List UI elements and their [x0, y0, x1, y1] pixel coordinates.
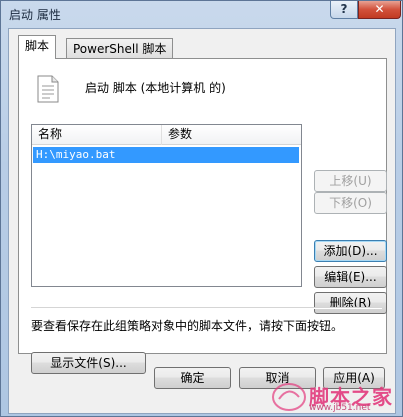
scripts-tab-panel: 启动 脚本 (本地计算机 的) 名称 参数 H:\miyao.bat 上移(U)… — [18, 58, 387, 374]
scripts-list[interactable]: 名称 参数 H:\miyao.bat — [31, 124, 302, 287]
move-up-button[interactable]: 上移(U) — [314, 170, 387, 192]
window-title: 启动 属性 — [9, 8, 61, 22]
ok-button[interactable]: 确定 — [154, 367, 231, 389]
show-files-hint: 要查看保存在此组策略对象中的脚本文件，请按下面按钮。 — [31, 319, 344, 333]
remove-button[interactable]: 删除(R) — [314, 292, 387, 314]
tab-scripts[interactable]: 脚本 — [18, 35, 57, 59]
watermark-url: www.jb51.net — [309, 403, 371, 413]
close-button[interactable]: ✕ — [358, 1, 401, 19]
script-document-icon — [37, 75, 59, 103]
dialog-client-area: 脚本 PowerShell 脚本 启动 脚本 (本地计算机 的) 名称 参数 H… — [8, 28, 396, 414]
script-section-heading: 启动 脚本 (本地计算机 的) — [85, 81, 226, 95]
column-header-name[interactable]: 名称 — [32, 125, 162, 145]
help-button[interactable]: ? — [330, 1, 358, 19]
move-down-button[interactable]: 下移(O) — [314, 192, 387, 214]
add-button[interactable]: 添加(D)... — [314, 240, 387, 262]
separator — [31, 307, 382, 309]
title-bar[interactable]: 启动 属性 ? ✕ — [1, 1, 402, 27]
properties-window: 启动 属性 ? ✕ 脚本 PowerShell 脚本 启动 脚本 (本地计算机 … — [0, 0, 403, 417]
column-header-parameters[interactable]: 参数 — [162, 125, 301, 145]
tab-powershell-scripts[interactable]: PowerShell 脚本 — [66, 38, 174, 60]
show-files-button[interactable]: 显示文件(S)... — [31, 352, 146, 374]
list-header: 名称 参数 — [32, 125, 301, 145]
edit-button[interactable]: 编辑(E)... — [314, 266, 387, 288]
list-item[interactable]: H:\miyao.bat — [33, 147, 299, 163]
